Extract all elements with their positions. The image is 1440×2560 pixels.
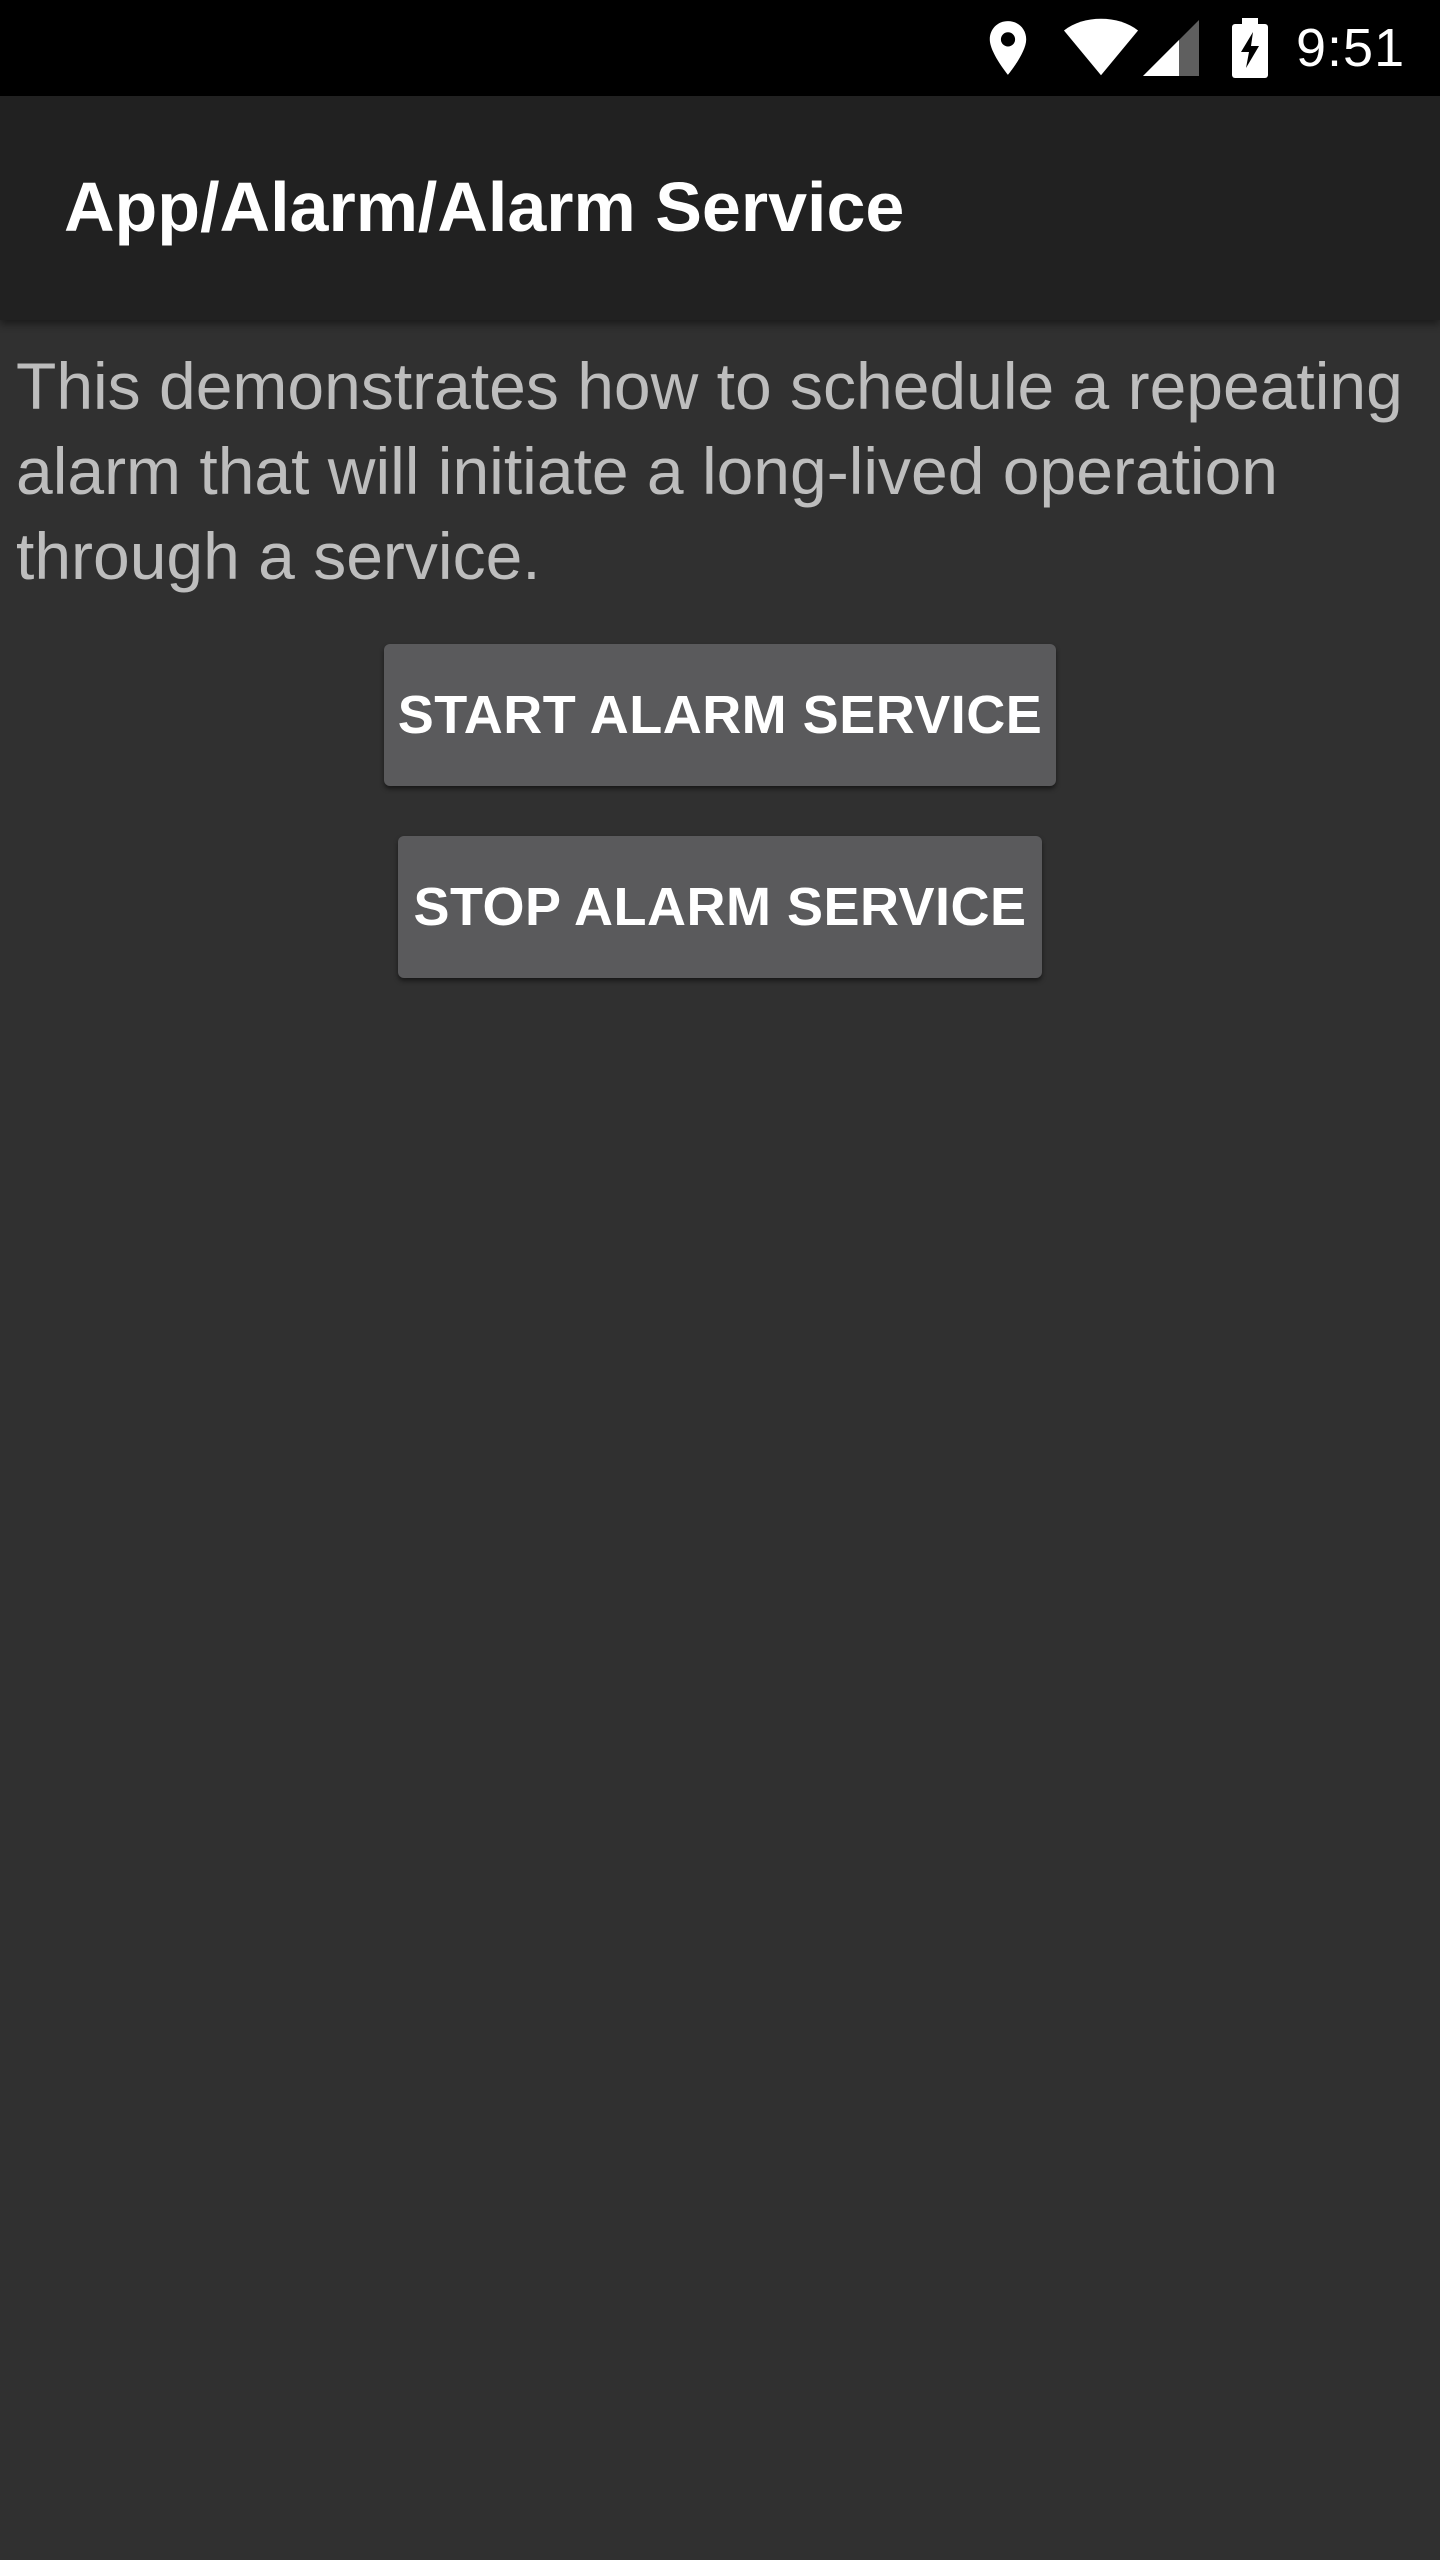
app-bar: App/Alarm/Alarm Service (0, 96, 1440, 320)
screen: 9:51 App/Alarm/Alarm Service This demons… (0, 0, 1440, 2560)
status-bar: 9:51 (0, 0, 1440, 96)
start-alarm-service-button[interactable]: START ALARM SERVICE (384, 644, 1056, 786)
app-title: App/Alarm/Alarm Service (64, 168, 905, 246)
status-clock: 9:51 (1296, 18, 1406, 78)
wifi-icon (1063, 18, 1139, 76)
battery-charging-icon (1232, 18, 1268, 78)
description-text: This demonstrates how to schedule a repe… (16, 349, 1403, 593)
location-icon (989, 21, 1027, 75)
stop-alarm-service-button[interactable]: STOP ALARM SERVICE (398, 836, 1042, 978)
signal-icon (1143, 20, 1199, 76)
